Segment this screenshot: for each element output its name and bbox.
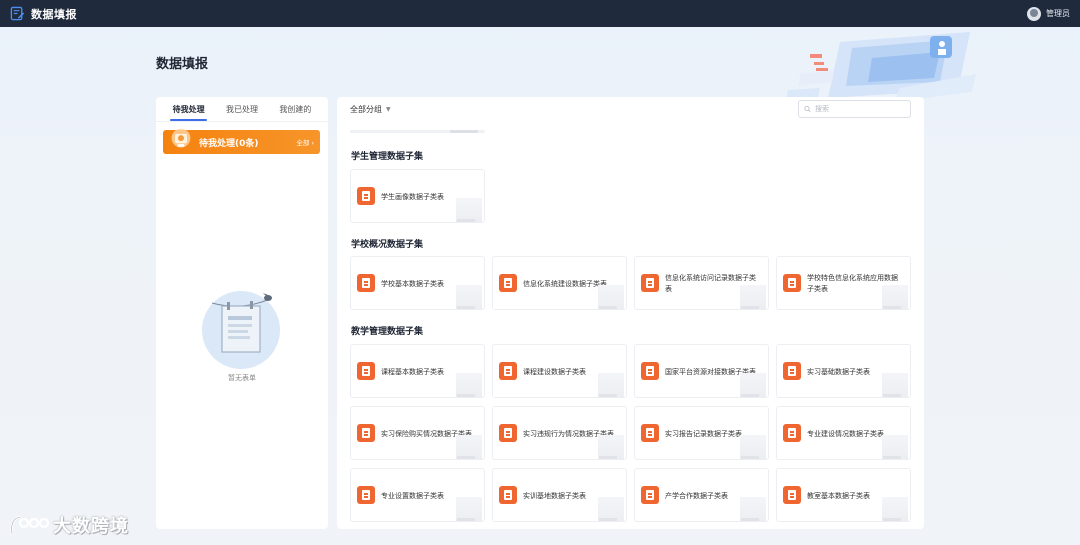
user-name[interactable]: 管理员 xyxy=(1046,8,1070,19)
form-card[interactable]: 课程基本数据子类表 xyxy=(350,344,485,398)
horizontal-scrollbar[interactable] xyxy=(350,130,485,133)
todo-title: 待我处理(0条) xyxy=(199,138,259,149)
form-icon xyxy=(357,362,375,380)
section-title-school: 学校概况数据子集 xyxy=(351,240,424,250)
form-card[interactable]: 实习基础数据子类表 xyxy=(776,344,911,398)
form-card[interactable]: 专业建设情况数据子类表 xyxy=(776,406,911,460)
form-icon xyxy=(783,486,801,504)
search-icon xyxy=(804,105,811,113)
form-icon xyxy=(499,486,517,504)
form-card[interactable]: 学生画像数据子类表 xyxy=(350,169,485,223)
left-panel: 待我处理 我已处理 我创建的 待我处理(0条) 全部 › 暂无表单 xyxy=(156,97,328,529)
tab-pending[interactable]: 待我处理 xyxy=(162,97,215,121)
form-card[interactable]: 实习报告记录数据子类表 xyxy=(634,406,769,460)
form-card[interactable]: 课程建设数据子类表 xyxy=(492,344,627,398)
form-card[interactable]: 信息化系统建设数据子类表 xyxy=(492,256,627,310)
task-tabs: 待我处理 我已处理 我创建的 xyxy=(156,97,328,122)
form-icon xyxy=(641,274,659,292)
form-icon xyxy=(357,274,375,292)
chevron-down-icon: ▼ xyxy=(386,106,391,113)
card-decoration xyxy=(876,283,908,309)
form-icon xyxy=(357,424,375,442)
form-icon xyxy=(357,486,375,504)
right-panel: 全部分组 ▼ 学生管理数据子集 学生画像数据子类表 学校概况数据子集 学校基本数… xyxy=(337,97,924,529)
card-decoration xyxy=(876,433,908,459)
todo-banner[interactable]: 待我处理(0条) 全部 › xyxy=(163,128,320,154)
card-decoration xyxy=(450,371,482,397)
form-card[interactable]: 信息化系统访问记录数据子类表 xyxy=(634,256,769,310)
group-select[interactable]: 全部分组 ▼ xyxy=(350,104,391,115)
card-decoration xyxy=(734,433,766,459)
form-icon xyxy=(641,486,659,504)
form-card[interactable]: 国家平台资源对接数据子类表 xyxy=(634,344,769,398)
form-card[interactable]: 教室基本数据子类表 xyxy=(776,468,911,522)
mailbox-icon xyxy=(171,128,191,148)
form-card[interactable]: 学校基本数据子类表 xyxy=(350,256,485,310)
form-icon xyxy=(783,274,801,292)
form-card[interactable]: 实习保险购买情况数据子类表 xyxy=(350,406,485,460)
group-select-label: 全部分组 xyxy=(350,105,382,114)
form-icon xyxy=(641,362,659,380)
form-card[interactable]: 实习违规行为情况数据子类表 xyxy=(492,406,627,460)
view-all-link[interactable]: 全部 › xyxy=(296,137,314,147)
card-decoration xyxy=(450,283,482,309)
app-title: 数据填报 xyxy=(31,7,77,21)
card-decoration xyxy=(450,495,482,521)
top-bar: 数据填报 管理员 xyxy=(0,0,1080,27)
tab-created[interactable]: 我创建的 xyxy=(269,97,322,121)
form-icon xyxy=(499,362,517,380)
card-decoration xyxy=(734,283,766,309)
search-input[interactable] xyxy=(815,105,905,113)
page-title: 数据填报 xyxy=(156,57,209,72)
tab-processed[interactable]: 我已处理 xyxy=(215,97,268,121)
card-decoration xyxy=(734,371,766,397)
form-card[interactable]: 专业设置数据子类表 xyxy=(350,468,485,522)
search-box[interactable] xyxy=(798,100,911,118)
form-card[interactable]: 实训基地数据子类表 xyxy=(492,468,627,522)
card-decoration xyxy=(592,495,624,521)
form-icon xyxy=(499,424,517,442)
card-decoration xyxy=(450,196,482,222)
watermark-logo-icon xyxy=(10,515,50,534)
section-title-teaching: 教学管理数据子集 xyxy=(351,327,424,337)
empty-state-icon xyxy=(202,291,280,369)
form-icon xyxy=(641,424,659,442)
form-icon xyxy=(783,362,801,380)
app-logo-icon xyxy=(10,6,25,21)
watermark: 大数跨境 xyxy=(8,512,129,538)
form-icon xyxy=(499,274,517,292)
form-icon xyxy=(783,424,801,442)
empty-text: 暂无表单 xyxy=(228,374,256,382)
card-decoration xyxy=(876,495,908,521)
section-title-student: 学生管理数据子集 xyxy=(351,152,424,162)
card-decoration xyxy=(592,283,624,309)
watermark-text: 大数跨境 xyxy=(53,516,129,537)
avatar[interactable] xyxy=(1027,6,1041,21)
card-decoration xyxy=(450,433,482,459)
form-card[interactable]: 学校特色信息化系统应用数据子类表 xyxy=(776,256,911,310)
form-icon xyxy=(357,187,375,205)
card-decoration xyxy=(876,371,908,397)
card-decoration xyxy=(592,371,624,397)
card-decoration xyxy=(592,433,624,459)
card-decoration xyxy=(734,495,766,521)
form-card[interactable]: 产学合作数据子类表 xyxy=(634,468,769,522)
